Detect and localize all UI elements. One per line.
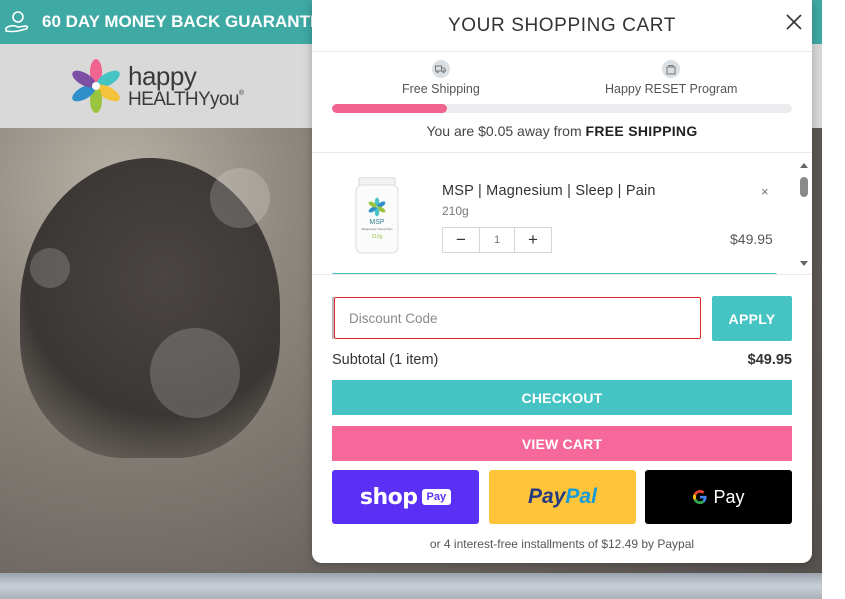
milestone-label: Happy RESET Program [605,82,738,96]
flower-logo-icon [72,59,120,113]
product-variant: 210g [442,204,469,218]
apply-discount-button[interactable]: APPLY [712,296,792,341]
scroll-up-arrow-icon[interactable] [800,163,808,168]
shop-pay-logo-text: shop [359,484,418,510]
close-icon[interactable] [784,12,804,32]
installments-note: or 4 interest-free installments of $12.4… [429,537,695,551]
shipping-message-text: You are $0.05 away from [426,123,586,139]
shipping-message-bold: FREE SHIPPING [585,123,698,139]
paypal-button[interactable]: Pay Pal [489,470,636,524]
quantity-decrease-button[interactable]: − [443,228,479,252]
remove-item-button[interactable]: × [761,184,769,199]
quantity-value[interactable]: 1 [479,228,515,252]
google-g-icon [693,490,707,504]
product-price: $49.95 [730,231,773,247]
cart-title: YOUR SHOPPING CART [312,0,812,52]
google-pay-text: Pay [713,486,745,507]
shop-pay-button[interactable]: shop Pay [332,470,479,524]
quantity-increase-button[interactable]: + [515,228,551,252]
next-section-strip [0,573,822,599]
truck-icon [435,65,447,73]
shipping-message: You are $0.05 away from FREE SHIPPING [332,123,792,139]
hero-bokeh [30,248,70,288]
product-name[interactable]: MSP | Magnesium | Sleep | Pain [442,183,656,199]
hero-bokeh [150,328,240,418]
paypal-logo-part-2: Pal [565,485,597,508]
hero-bokeh [210,168,270,228]
logo-registered-mark: ® [238,90,244,97]
cart-items-list[interactable]: MSP Magnesium Sleep Pain 210g MSP | Magn… [312,152,812,274]
cart-items-scrollbar[interactable] [798,159,810,271]
google-pay-button[interactable]: Pay [645,470,792,524]
announcement-text: 60 DAY MONEY BACK GUARANTEE [42,12,333,31]
product-jar-image: MSP Magnesium Sleep Pain 210g [355,176,399,254]
site-logo[interactable]: happy HEALTHYyou® [68,58,244,114]
product-image[interactable]: MSP Magnesium Sleep Pain 210g [354,176,400,255]
subtotal-label: Subtotal (1 item) [332,352,439,368]
shopping-cart-drawer: YOUR SHOPPING CART Free Shipping Happy R… [312,0,812,563]
gift-icon [666,64,676,74]
scroll-down-arrow-icon[interactable] [800,261,808,266]
logo-line-1: happy [128,61,197,91]
product-image-label: MSP [369,219,385,226]
shop-pay-tag: Pay [421,489,452,505]
shipping-progress-bar [332,104,792,113]
subtotal-value: $49.95 [747,352,792,368]
quantity-stepper: − 1 + [442,227,552,253]
scroll-thumb[interactable] [800,177,808,197]
checkout-button[interactable]: CHECKOUT [332,380,792,415]
window-scrollbar[interactable] [822,0,845,599]
discount-code-input[interactable] [334,297,701,339]
milestone-happy-reset: Happy RESET Program [605,60,737,96]
milestone-label: Free Shipping [402,82,480,96]
product-image-weight: 210g [371,234,382,240]
divider [312,274,812,275]
paypal-logo-part-1: Pay [528,485,566,508]
logo-line-2: HEALTHYyou [128,89,239,110]
view-cart-button[interactable]: VIEW CART [332,426,792,461]
product-image-sublabel: Magnesium Sleep Pain [362,227,393,231]
milestone-free-shipping: Free Shipping [402,60,480,96]
money-hand-icon [5,11,29,33]
shipping-progress-fill [332,104,447,113]
